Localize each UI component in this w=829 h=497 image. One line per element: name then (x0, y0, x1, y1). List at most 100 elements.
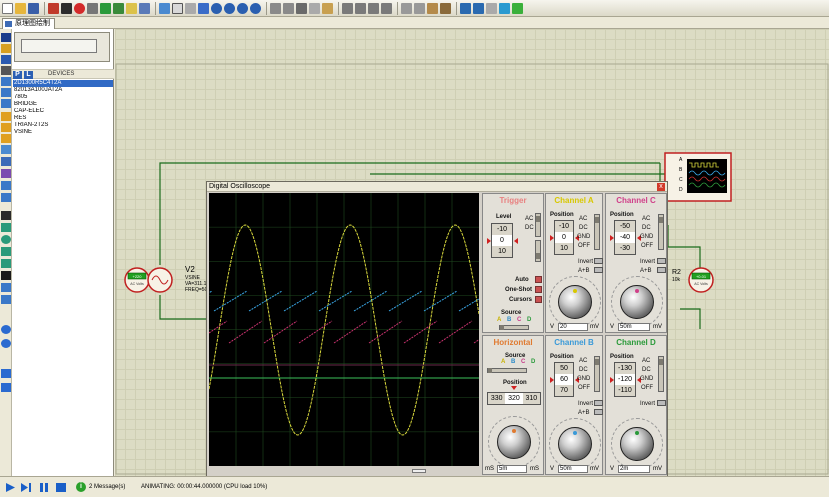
refresh-icon[interactable] (159, 2, 170, 14)
arc-icon[interactable] (1, 247, 11, 256)
text-script-icon[interactable] (1, 77, 11, 86)
tape-icon[interactable] (1, 145, 11, 154)
trigger-source-a[interactable]: A (497, 317, 501, 323)
horizontal-position-selector[interactable]: 330 320 310 (487, 392, 541, 405)
zoom-area-icon[interactable] (250, 2, 261, 14)
tab-schematic[interactable]: 原理图绘制 (2, 18, 55, 29)
junction-icon[interactable] (1, 55, 11, 64)
channel-c-position-selector[interactable]: -50 -40 -30 (614, 220, 636, 255)
home-icon[interactable] (48, 2, 59, 14)
channel-d-volts-knob[interactable] (620, 427, 654, 461)
zoom-out-icon[interactable] (224, 2, 235, 14)
channel-b-left-arrow-icon[interactable] (550, 377, 554, 383)
trigger-coupling-switch[interactable] (535, 213, 541, 237)
channel-c-mode-switch[interactable] (658, 214, 664, 250)
origin-icon[interactable] (185, 2, 196, 14)
make-device-icon[interactable] (414, 2, 425, 14)
property-icon[interactable] (486, 2, 497, 14)
channel-d-position-selector[interactable]: -130 -120 -110 (614, 362, 636, 397)
trigger-cursors-button[interactable] (535, 296, 542, 303)
pick-devices-button[interactable]: P (13, 71, 22, 79)
trigger-source-b[interactable]: B (507, 317, 511, 323)
block-rotate-icon[interactable] (368, 2, 379, 14)
horizontal-source-c[interactable]: C (521, 359, 525, 365)
channel-a-mode-switch[interactable] (594, 214, 600, 250)
sheet-icon[interactable] (512, 2, 523, 14)
device-list-item[interactable]: TRIAN-2T2S (13, 122, 113, 129)
rotate-ccw-icon[interactable] (1, 339, 11, 348)
trigger-level-selector[interactable]: -10 0 10 (491, 223, 513, 258)
channel-c-sum-button[interactable] (657, 267, 666, 273)
select-mode-icon[interactable] (1, 33, 11, 42)
channel-b-position-selector[interactable]: 50 60 70 (554, 362, 574, 397)
step-icon[interactable] (20, 482, 32, 493)
horizontal-source-d[interactable]: D (531, 359, 535, 365)
level-right-arrow-icon[interactable] (514, 238, 518, 244)
marker-icon[interactable] (1, 295, 11, 304)
package-icon[interactable] (427, 2, 438, 14)
gear-icon[interactable] (87, 2, 98, 14)
trigger-source-slider[interactable] (499, 325, 529, 330)
channel-d-left-arrow-icon[interactable] (610, 377, 614, 383)
overview-window[interactable] (14, 32, 110, 62)
stop-icon[interactable] (55, 482, 67, 493)
horizontal-time-knob[interactable] (497, 425, 531, 459)
block-delete-icon[interactable] (381, 2, 392, 14)
zoom-in-icon[interactable] (211, 2, 222, 14)
channel-b-sum-button[interactable] (594, 409, 603, 415)
wire-autoroute-icon[interactable] (460, 2, 471, 14)
box-icon[interactable] (1, 223, 11, 232)
channel-d-invert-button[interactable] (657, 400, 666, 406)
device-list-item[interactable]: 7805 (13, 94, 113, 101)
device-list-item[interactable]: RES (13, 115, 113, 122)
generator-icon[interactable] (1, 157, 11, 166)
text-icon[interactable] (1, 271, 11, 280)
pause-icon[interactable] (38, 482, 50, 493)
device-list-item[interactable]: VSINE (13, 129, 113, 136)
block-move-icon[interactable] (355, 2, 366, 14)
device-list-item[interactable]: 2D1300R5C4T2A (13, 80, 113, 87)
design-explorer-icon[interactable] (499, 2, 510, 14)
messages-count[interactable]: 2 Message(s) (89, 484, 125, 490)
channel-c-left-arrow-icon[interactable] (610, 235, 614, 241)
horizontal-source-a[interactable]: A (501, 359, 505, 365)
search-icon[interactable] (473, 2, 484, 14)
pan-icon[interactable] (198, 2, 209, 14)
trigger-edge-switch[interactable] (535, 240, 541, 262)
redo-icon[interactable] (283, 2, 294, 14)
horizontal-source-slider[interactable] (487, 368, 527, 373)
paste-icon[interactable] (322, 2, 333, 14)
dollar-icon[interactable] (126, 2, 137, 14)
subcircuit-icon[interactable] (1, 99, 11, 108)
chip-icon[interactable] (61, 2, 72, 14)
horizontal-source-b[interactable]: B (511, 359, 515, 365)
level-left-arrow-icon[interactable] (487, 238, 491, 244)
channel-a-left-arrow-icon[interactable] (550, 235, 554, 241)
channel-a-sum-button[interactable] (594, 267, 603, 273)
zoom-fit-icon[interactable] (139, 2, 150, 14)
trigger-oneshot-button[interactable] (535, 286, 542, 293)
wire-label-icon[interactable] (1, 66, 11, 75)
save-icon[interactable] (28, 2, 39, 14)
decompose-icon[interactable] (440, 2, 451, 14)
channel-b-mode-switch[interactable] (594, 356, 600, 392)
flip-v-icon[interactable] (1, 383, 11, 392)
block-copy-icon[interactable] (342, 2, 353, 14)
oscilloscope-titlebar[interactable]: Digital Oscilloscope x (207, 182, 667, 192)
horizontal-down-arrow-icon[interactable] (511, 386, 517, 390)
terminal-icon[interactable] (1, 112, 11, 121)
pick-device-icon[interactable] (401, 2, 412, 14)
channel-c-volts-knob[interactable] (620, 285, 654, 319)
trigger-auto-button[interactable] (535, 276, 542, 283)
close-button[interactable]: x (657, 183, 665, 191)
library-button[interactable]: L (24, 71, 33, 79)
channel-a-invert-button[interactable] (594, 258, 603, 264)
new-file-icon[interactable] (2, 2, 13, 14)
trigger-source-d[interactable]: D (527, 317, 531, 323)
play-icon[interactable] (4, 482, 16, 493)
copy-icon[interactable] (309, 2, 320, 14)
device-list-item[interactable]: BRIDGE (13, 101, 113, 108)
channel-d-mode-switch[interactable] (658, 356, 664, 392)
symbol-icon[interactable] (1, 283, 11, 292)
graph-mode-icon[interactable] (1, 134, 11, 143)
